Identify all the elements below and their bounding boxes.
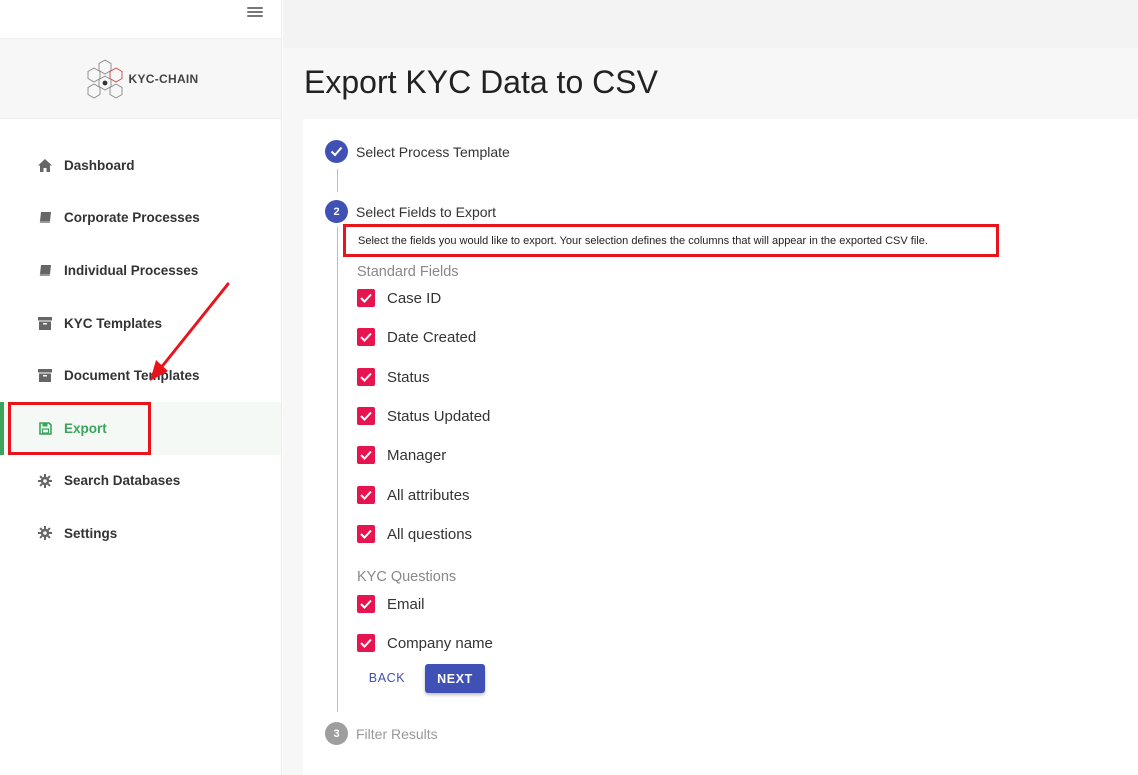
kyc-questions-heading: KYC Questions — [357, 569, 457, 585]
step-select-fields[interactable]: 2 Select Fields to Export — [325, 200, 496, 223]
logo-hexagon-icon — [88, 58, 123, 99]
checkbox-company-name[interactable]: Company name — [357, 634, 493, 652]
checkbox-checked-icon[interactable] — [357, 289, 375, 307]
checkbox-label: Company name — [387, 634, 493, 652]
checkbox-label: Manager — [387, 446, 447, 464]
book-icon — [38, 211, 52, 225]
sidebar-item-search-databases[interactable]: Search Databases — [0, 455, 281, 508]
checkbox-case-id[interactable]: Case ID — [357, 289, 441, 307]
sidebar-item-label: Corporate Processes — [64, 210, 200, 226]
step-completed-check-icon — [325, 140, 348, 163]
sidebar-item-label: Document Templates — [64, 368, 200, 384]
checkbox-checked-icon[interactable] — [357, 525, 375, 543]
sidebar-item-label: Individual Processes — [64, 262, 199, 278]
step-number-badge: 2 — [325, 200, 348, 223]
sidebar-item-kyc-templates[interactable]: KYC Templates — [0, 297, 281, 350]
checkbox-checked-icon[interactable] — [357, 486, 375, 504]
main-area: Export KYC Data to CSV Select Process Te… — [283, 0, 1138, 775]
back-button[interactable]: BACK — [360, 664, 414, 692]
sidebar-item-label: Search Databases — [64, 473, 181, 489]
step-filter-results[interactable]: 3 Filter Results — [325, 722, 438, 745]
sidebar-item-dashboard[interactable]: Dashboard — [0, 139, 281, 192]
checkbox-all-questions[interactable]: All questions — [357, 525, 472, 543]
checkbox-label: Date Created — [387, 328, 477, 346]
checkbox-checked-icon[interactable] — [357, 595, 375, 613]
next-button[interactable]: NEXT — [425, 664, 485, 693]
checkbox-label: All questions — [387, 525, 473, 543]
checkbox-status[interactable]: Status — [357, 368, 430, 386]
checkbox-checked-icon[interactable] — [357, 446, 375, 464]
gear-icon — [38, 526, 52, 541]
checkbox-label: Email — [387, 595, 425, 613]
sidebar-nav: Dashboard Corporate Processes Individual… — [0, 139, 281, 560]
sidebar-item-label: Dashboard — [64, 157, 135, 173]
sidebar-item-label: KYC Templates — [64, 315, 163, 331]
sidebar-item-individual-processes[interactable]: Individual Processes — [0, 244, 281, 297]
checkbox-date-created[interactable]: Date Created — [357, 328, 476, 346]
checkbox-manager[interactable]: Manager — [357, 446, 446, 464]
step-label: Filter Results — [356, 725, 438, 742]
home-icon — [38, 158, 52, 172]
checkbox-checked-icon[interactable] — [357, 368, 375, 386]
stepper-panel: Select Process Template 2 Select Fields … — [303, 119, 1138, 775]
sidebar-header — [0, 0, 281, 39]
page-title: Export KYC Data to CSV — [304, 64, 658, 100]
annotation-highlight-box — [8, 402, 151, 455]
checkbox-label: All attributes — [387, 486, 470, 504]
checkbox-checked-icon[interactable] — [357, 634, 375, 652]
checkbox-email[interactable]: Email — [357, 595, 425, 613]
logo: KYC-CHAIN — [82, 56, 198, 102]
logo-text: KYC-CHAIN — [128, 71, 199, 86]
checkbox-label: Status — [387, 368, 430, 386]
step-connector — [337, 169, 338, 192]
standard-fields-heading: Standard Fields — [357, 264, 459, 280]
step-label: Select Process Template — [356, 143, 510, 160]
checkbox-status-updated[interactable]: Status Updated — [357, 407, 490, 425]
archive-icon — [38, 316, 52, 330]
checkbox-checked-icon[interactable] — [357, 407, 375, 425]
step-hint-text: Select the fields you would like to expo… — [343, 224, 999, 257]
step-label: Select Fields to Export — [356, 203, 497, 220]
sidebar: KYC-CHAIN Dashboard Corporate Processes … — [0, 0, 282, 775]
step-number-badge: 3 — [325, 722, 348, 745]
checkbox-checked-icon[interactable] — [357, 328, 375, 346]
checkbox-label: Case ID — [387, 289, 442, 307]
book-icon — [38, 263, 52, 277]
sidebar-item-label: Settings — [64, 525, 118, 541]
sidebar-item-settings[interactable]: Settings — [0, 507, 281, 560]
checkbox-label: Status Updated — [387, 407, 491, 425]
archive-icon — [38, 369, 52, 383]
top-bar — [283, 0, 1138, 48]
step-select-process-template[interactable]: Select Process Template — [325, 140, 510, 163]
logo-area: KYC-CHAIN — [0, 39, 281, 119]
menu-icon[interactable] — [247, 5, 263, 21]
checkbox-all-attributes[interactable]: All attributes — [357, 486, 470, 504]
step-connector — [337, 227, 338, 712]
gear-icon — [38, 473, 52, 488]
sidebar-item-document-templates[interactable]: Document Templates — [0, 349, 281, 402]
sidebar-item-corporate-processes[interactable]: Corporate Processes — [0, 192, 281, 245]
